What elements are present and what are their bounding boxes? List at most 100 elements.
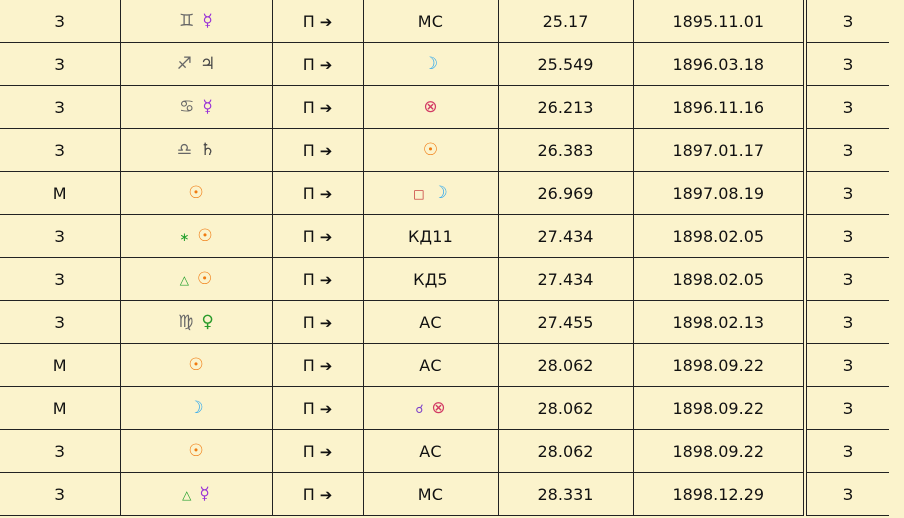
cell-type: М <box>0 343 121 387</box>
cell-arc: 26.969 <box>497 171 634 215</box>
cell-type: М <box>0 171 121 215</box>
cell-significator: АС <box>362 429 499 473</box>
cell-motion: П ➔ <box>271 171 364 215</box>
sagittarius-sign-icon: ♐ <box>176 54 192 74</box>
cell-motion: П ➔ <box>271 214 364 258</box>
cell-type: З <box>0 85 121 129</box>
table-row[interactable]: З ☉ П ➔ АС 28.062 1898.09.22 З <box>0 429 889 473</box>
cell-date: 1895.11.01 <box>632 0 807 43</box>
cell-date: 1898.12.29 <box>632 472 807 516</box>
significator-label: КД11 <box>407 226 454 246</box>
cell-significator: КД11 <box>362 214 499 258</box>
cell-date: 1898.02.05 <box>632 257 807 301</box>
table-row[interactable]: З ♊ ☿ П ➔ МС 25.17 1895.11.01 З <box>0 0 889 43</box>
significator-label: АС <box>419 355 442 375</box>
sun-icon: ☉ <box>422 140 439 160</box>
arrow-right-icon: ➔ <box>319 98 333 117</box>
significator-label: АС <box>419 441 442 461</box>
type-label: З <box>54 226 65 246</box>
motion-label: П <box>302 269 315 289</box>
arrow-right-icon: ➔ <box>319 270 333 289</box>
cell-promissor: △ ☉ <box>119 257 273 301</box>
cell-type-right: З <box>804 42 889 86</box>
arrow-right-icon: ➔ <box>319 12 333 31</box>
type-label: З <box>54 269 65 289</box>
trine-aspect-icon: △ <box>179 273 189 287</box>
moon-icon: ☽ <box>422 54 439 74</box>
cell-promissor: ♊ ☿ <box>119 0 273 43</box>
directions-table-wrapper: З ♊ ☿ П ➔ МС 25.17 1895.11.01 З З ♐ ♃ П ➔ ☽ 25.549 1896.… <box>0 0 904 518</box>
cell-date: 1898.02.05 <box>632 214 807 258</box>
cell-promissor: ♋ ☿ <box>119 85 273 129</box>
type-label: З <box>54 140 65 160</box>
arrow-right-icon: ➔ <box>319 141 333 160</box>
type-label: З <box>54 441 65 461</box>
cell-type-right: З <box>804 214 889 258</box>
table-row[interactable]: З ∗ ☉ П ➔ КД11 27.434 1898.02.05 З <box>0 214 889 258</box>
cell-promissor: ☽ <box>119 386 273 430</box>
cell-date: 1898.09.22 <box>632 343 807 387</box>
table-row[interactable]: З △ ☉ П ➔ КД5 27.434 1898.02.05 З <box>0 257 889 301</box>
cell-promissor: ∗ ☉ <box>119 214 273 258</box>
cell-type: М <box>0 386 121 430</box>
cell-significator: МС <box>362 472 499 516</box>
directions-table: З ♊ ☿ П ➔ МС 25.17 1895.11.01 З З ♐ ♃ П ➔ ☽ 25.549 1896.… <box>0 0 889 516</box>
cell-arc: 27.434 <box>497 214 634 258</box>
table-row[interactable]: М ☉ П ➔ АС 28.062 1898.09.22 З <box>0 343 889 387</box>
cell-date: 1897.01.17 <box>632 128 807 172</box>
cell-type-right: З <box>804 85 889 129</box>
motion-label: П <box>302 97 315 117</box>
significator-label: МС <box>417 484 444 504</box>
cell-motion: П ➔ <box>271 42 364 86</box>
cell-promissor: △ ☿ <box>119 472 273 516</box>
arrow-right-icon: ➔ <box>319 184 333 203</box>
cell-significator: □ ☽ <box>362 171 499 215</box>
cell-type: З <box>0 300 121 344</box>
cell-date: 1898.09.22 <box>632 429 807 473</box>
cell-significator: АС <box>362 300 499 344</box>
motion-label: П <box>302 11 315 31</box>
moon-icon: ☽ <box>432 183 448 203</box>
arrow-right-icon: ➔ <box>319 55 333 74</box>
cell-motion: П ➔ <box>271 257 364 301</box>
cell-type: З <box>0 472 121 516</box>
cell-motion: П ➔ <box>271 472 364 516</box>
cell-arc: 28.062 <box>497 386 634 430</box>
cell-arc: 25.549 <box>497 42 634 86</box>
table-row[interactable]: З ♋ ☿ П ➔ ⊗ 26.213 1896.11.16 З <box>0 85 889 129</box>
cell-type: З <box>0 257 121 301</box>
venus-icon: ♀ <box>201 312 214 332</box>
cell-significator: ⊗ <box>362 85 499 129</box>
cell-type-right: З <box>804 171 889 215</box>
table-row[interactable]: З △ ☿ П ➔ МС 28.331 1898.12.29 З <box>0 472 889 516</box>
cell-date: 1896.03.18 <box>632 42 807 86</box>
sun-icon: ☉ <box>188 183 204 203</box>
table-row[interactable]: З ♐ ♃ П ➔ ☽ 25.549 1896.03.18 З <box>0 42 889 86</box>
type-label: М <box>52 355 67 375</box>
sun-icon: ☉ <box>197 226 213 246</box>
table-row[interactable]: З ♍ ♀ П ➔ АС 27.455 1898.02.13 З <box>0 300 889 344</box>
sextile-aspect-icon: ∗ <box>179 230 190 244</box>
cell-arc: 26.383 <box>497 128 634 172</box>
type-label: М <box>52 398 67 418</box>
cell-type: З <box>0 42 121 86</box>
cell-date: 1898.09.22 <box>632 386 807 430</box>
cell-significator: АС <box>362 343 499 387</box>
cell-promissor: ☉ <box>119 429 273 473</box>
cell-arc: 25.17 <box>497 0 634 43</box>
arrow-right-icon: ➔ <box>319 399 333 418</box>
type-label: М <box>52 183 67 203</box>
cell-significator: ☉ <box>362 128 499 172</box>
motion-label: П <box>302 226 315 246</box>
cell-promissor: ♐ ♃ <box>119 42 273 86</box>
cell-significator: МС <box>362 0 499 43</box>
trine-aspect-icon: △ <box>182 488 192 502</box>
cell-type-right: З <box>804 472 889 516</box>
cell-arc: 28.331 <box>497 472 634 516</box>
type-label: З <box>54 484 65 504</box>
table-row[interactable]: М ☉ П ➔ □ ☽ 26.969 1897.08.19 З <box>0 171 889 215</box>
table-row[interactable]: З ♎ ♄ П ➔ ☉ 26.383 1897.01.17 З <box>0 128 889 172</box>
cell-significator: ☽ <box>362 42 499 86</box>
cell-date: 1898.02.13 <box>632 300 807 344</box>
table-row[interactable]: М ☽ П ➔ ☌ ⊗ 28.062 1898.09.22 З <box>0 386 889 430</box>
